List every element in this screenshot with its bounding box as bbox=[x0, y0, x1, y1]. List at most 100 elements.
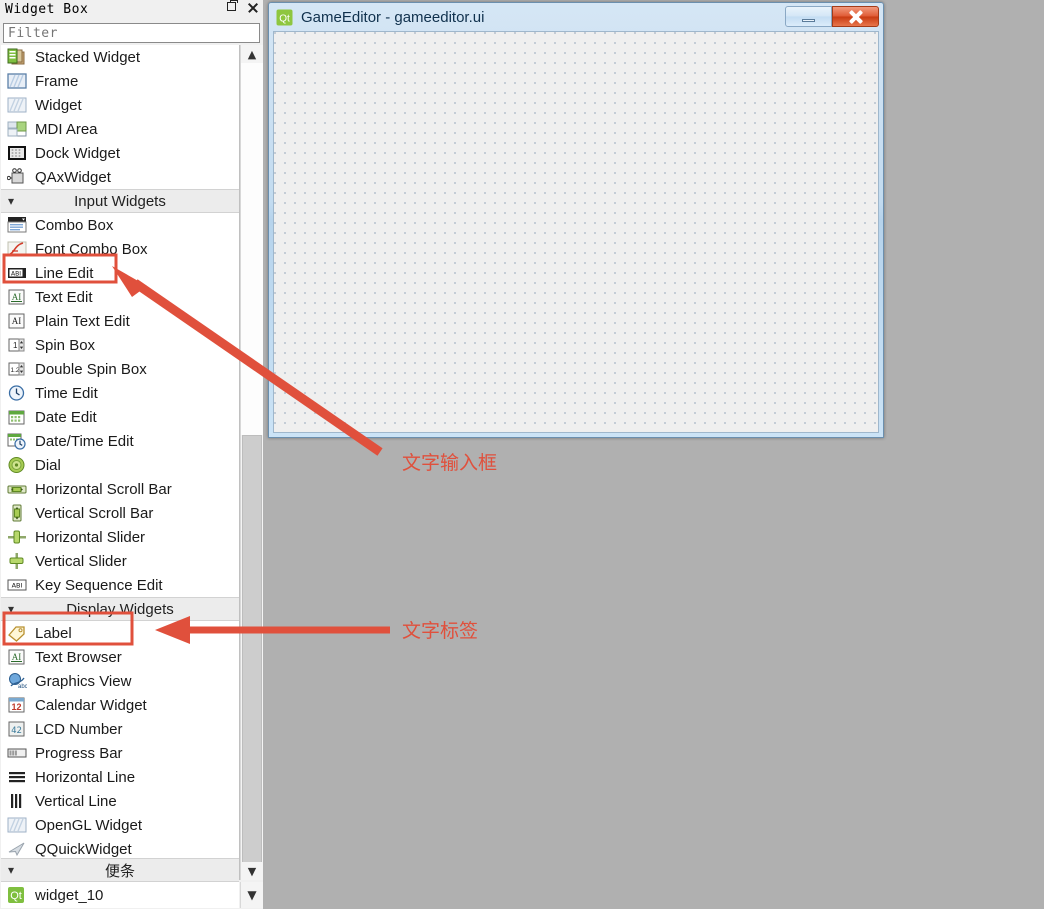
annotation-label-text-label: 文字标签 bbox=[402, 620, 479, 642]
chevron-down-icon: ▾ bbox=[7, 602, 15, 616]
close-button[interactable] bbox=[832, 6, 879, 27]
close-icon bbox=[246, 1, 259, 14]
form-design-canvas[interactable] bbox=[273, 31, 879, 433]
label-icon bbox=[7, 624, 27, 642]
text-browser-icon: AI bbox=[7, 648, 27, 666]
list-item-spin-box[interactable]: 1 Spin Box bbox=[1, 333, 239, 357]
minimize-button[interactable] bbox=[785, 6, 832, 27]
minimize-icon bbox=[802, 18, 815, 22]
list-item-label: Text Browser bbox=[35, 648, 122, 666]
date-time-edit-icon bbox=[7, 432, 27, 450]
vertical-line-icon bbox=[7, 792, 27, 810]
list-item-lcd-number[interactable]: 42 LCD Number bbox=[1, 717, 239, 741]
list-item-dock-widget[interactable]: Dock Widget bbox=[1, 141, 239, 165]
scrollbar-up-button[interactable]: ▲ bbox=[241, 45, 263, 63]
list-item-horizontal-slider[interactable]: Horizontal Slider bbox=[1, 525, 239, 549]
list-item-label: Calendar Widget bbox=[35, 696, 147, 714]
date-edit-icon bbox=[7, 408, 27, 426]
list-item-line-edit[interactable]: ABI Line Edit bbox=[1, 261, 239, 285]
svg-text:ABI: ABI bbox=[11, 271, 21, 278]
vertical-slider-icon bbox=[7, 552, 27, 570]
list-item-vertical-line[interactable]: Vertical Line bbox=[1, 789, 239, 813]
widget-box-title-buttons bbox=[226, 0, 259, 14]
scrollbar-track-upper[interactable] bbox=[241, 63, 263, 435]
list-item-mdi-area[interactable]: MDI Area bbox=[1, 117, 239, 141]
category-label: 便条 bbox=[104, 862, 135, 880]
list-item-label: Vertical Slider bbox=[35, 552, 127, 570]
list-item-widget[interactable]: Widget bbox=[1, 93, 239, 117]
lcd-number-icon: 42 bbox=[7, 720, 27, 738]
horizontal-line-icon bbox=[7, 768, 27, 786]
dial-icon bbox=[7, 456, 27, 474]
list-item-label: Line Edit bbox=[35, 264, 94, 282]
list-item-label: Vertical Scroll Bar bbox=[35, 504, 154, 522]
category-input-widgets[interactable]: ▾ Input Widgets bbox=[1, 189, 239, 213]
widget-box-title: Widget Box bbox=[5, 2, 89, 17]
scrollbar-down-button[interactable]: ▼ bbox=[241, 862, 263, 880]
list-item-text-browser[interactable]: AI Text Browser bbox=[1, 645, 239, 669]
app-root: Widget Box Stacked Widget Frame Widget MDI … bbox=[0, 0, 1044, 909]
list-item-widget-10[interactable]: Qt widget_10 bbox=[1, 882, 239, 908]
vertical-scroll-bar-icon bbox=[7, 504, 27, 522]
float-button[interactable] bbox=[226, 0, 239, 14]
widget-list[interactable]: Stacked Widget Frame Widget MDI Area Dock Wi… bbox=[1, 45, 240, 880]
close-button[interactable] bbox=[246, 1, 259, 14]
svg-text:1: 1 bbox=[13, 341, 18, 350]
frame-icon bbox=[7, 72, 27, 90]
qt-logo-icon: Qt bbox=[7, 886, 27, 904]
category-display-widgets[interactable]: ▾ Display Widgets bbox=[1, 597, 239, 621]
list-item-vertical-scroll-bar[interactable]: Vertical Scroll Bar bbox=[1, 501, 239, 525]
list-item-label: Key Sequence Edit bbox=[35, 576, 163, 594]
key-sequence-edit-icon: ABI bbox=[7, 576, 27, 594]
spin-box-icon: 1 bbox=[7, 336, 27, 354]
list-item-font-combo-box[interactable]: Font Combo Box bbox=[1, 237, 239, 261]
list-item-label: Dock Widget bbox=[35, 144, 121, 162]
list-item-key-sequence-edit[interactable]: ABI Key Sequence Edit bbox=[1, 573, 239, 597]
list-item-qaxwidget[interactable]: QAxWidget bbox=[1, 165, 239, 189]
list-item-date-time-edit[interactable]: Date/Time Edit bbox=[1, 429, 239, 453]
horizontal-scroll-bar-icon bbox=[7, 480, 27, 498]
list-item-graphics-view[interactable]: abc Graphics View bbox=[1, 669, 239, 693]
list-item-label: QAxWidget bbox=[35, 168, 111, 186]
list-item-time-edit[interactable]: Time Edit bbox=[1, 381, 239, 405]
list-item-vertical-slider[interactable]: Vertical Slider bbox=[1, 549, 239, 573]
list-item-plain-text-edit[interactable]: AI Plain Text Edit bbox=[1, 309, 239, 333]
list-item-double-spin-box[interactable]: 1.2 Double Spin Box bbox=[1, 357, 239, 381]
widget-box-titlebar: Widget Box bbox=[0, 0, 263, 20]
list-item-label: Time Edit bbox=[35, 384, 98, 402]
scrollbar-down-button-bottom[interactable]: ▼ bbox=[240, 882, 263, 908]
list-item-label[interactable]: Label bbox=[1, 621, 239, 645]
widget-icon bbox=[7, 96, 27, 114]
list-item-progress-bar[interactable]: Progress Bar bbox=[1, 741, 239, 765]
list-item-horizontal-line[interactable]: Horizontal Line bbox=[1, 765, 239, 789]
list-item-label: Horizontal Line bbox=[35, 768, 136, 786]
scrollbar-thumb[interactable] bbox=[242, 435, 262, 880]
category-bian-tiao[interactable]: ▾ 便条 bbox=[1, 858, 239, 882]
qquick-widget-icon bbox=[7, 840, 27, 858]
list-item-calendar-widget[interactable]: 12 Calendar Widget bbox=[1, 693, 239, 717]
list-item-date-edit[interactable]: Date Edit bbox=[1, 405, 239, 429]
svg-text:abc: abc bbox=[18, 684, 27, 690]
svg-text:AI: AI bbox=[12, 652, 22, 662]
text-edit-icon: AI bbox=[7, 288, 27, 306]
widget-list-scrollbar[interactable]: ▲ ▼ bbox=[240, 45, 263, 880]
list-item-label: Label bbox=[35, 624, 72, 642]
list-item-horizontal-scroll-bar[interactable]: Horizontal Scroll Bar bbox=[1, 477, 239, 501]
form-titlebar[interactable]: Qt GameEditor - gameeditor.ui bbox=[269, 3, 883, 31]
list-item-stacked-widget[interactable]: Stacked Widget bbox=[1, 45, 239, 69]
list-item-combo-box[interactable]: Combo Box bbox=[1, 213, 239, 237]
list-item-label: Vertical Line bbox=[35, 792, 117, 810]
filter-input[interactable] bbox=[3, 23, 260, 43]
list-item-text-edit[interactable]: AI Text Edit bbox=[1, 285, 239, 309]
dock-widget-icon bbox=[7, 144, 27, 162]
list-item-label: QQuickWidget bbox=[35, 840, 132, 858]
list-item-frame[interactable]: Frame bbox=[1, 69, 239, 93]
category-label: Display Widgets bbox=[66, 600, 174, 618]
list-item-label: Widget bbox=[35, 96, 82, 114]
list-item-dial[interactable]: Dial bbox=[1, 453, 239, 477]
list-item-label: OpenGL Widget bbox=[35, 816, 142, 834]
list-item-opengl-widget[interactable]: OpenGL Widget bbox=[1, 813, 239, 837]
svg-text:Qt: Qt bbox=[10, 890, 22, 902]
list-item-label: Spin Box bbox=[35, 336, 96, 354]
list-item-label: Plain Text Edit bbox=[35, 312, 130, 330]
